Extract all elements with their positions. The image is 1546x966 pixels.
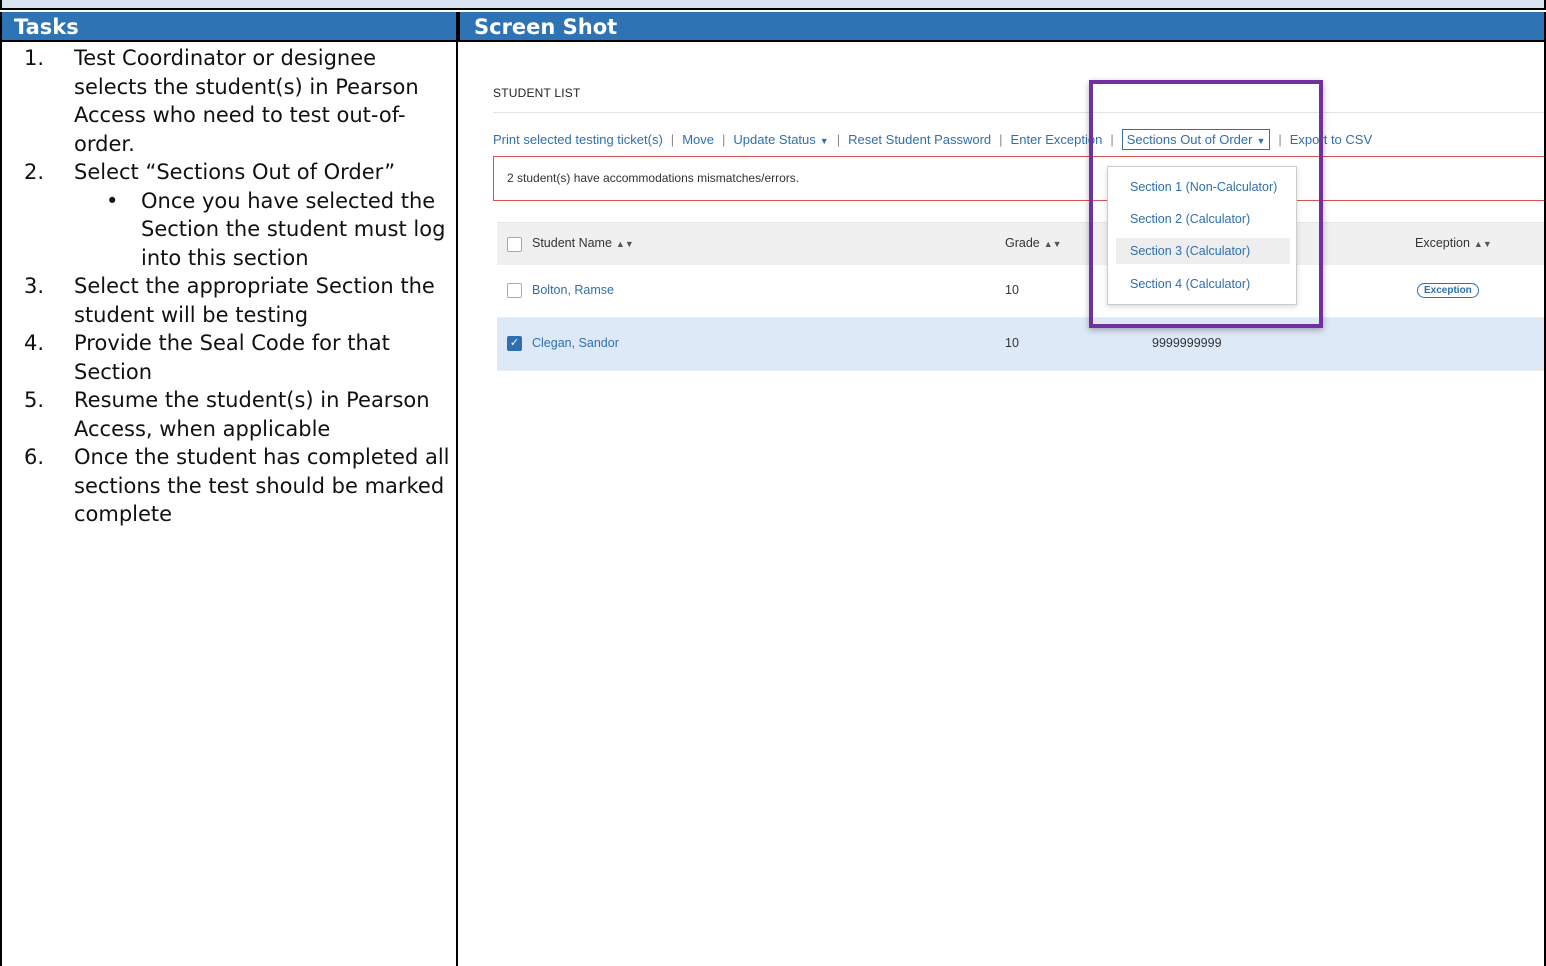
grade-cell: 10 <box>1005 336 1019 350</box>
task-item: 2. Select “Sections Out of Order” • Once y… <box>2 158 450 272</box>
select-all-checkbox[interactable] <box>507 237 522 252</box>
separator: | <box>721 132 726 147</box>
sort-icon: ▲▼ <box>1473 239 1492 249</box>
row-checkbox-checked[interactable]: ✓ <box>507 336 522 351</box>
move-link[interactable]: Move <box>682 132 714 147</box>
column-label: Student Name <box>532 236 612 250</box>
column-header-grade[interactable]: Grade ▲▼ <box>1005 236 1062 250</box>
separator: | <box>836 132 841 147</box>
tasks-header: Tasks <box>0 12 458 42</box>
update-status-menu[interactable]: Update Status ▼ <box>733 132 828 147</box>
task-number: 6. <box>24 445 45 469</box>
task-item: 6. Once the student has completed all sec… <box>2 443 450 529</box>
exception-badge-label: Exception <box>1417 283 1479 298</box>
task-text: Provide the Seal Code for that Section <box>74 331 390 384</box>
task-item: 3. Select the appropriate Section the stu… <box>2 272 450 329</box>
tasks-column: 1. Test Coordinator or designee selects t… <box>2 44 450 529</box>
column-label: Grade <box>1005 236 1040 250</box>
sort-icon: ▲▼ <box>1043 239 1062 249</box>
highlight-box <box>1089 80 1323 328</box>
row-checkbox[interactable] <box>507 283 522 298</box>
screenshot-panel: STUDENT LIST Print selected testing tick… <box>460 44 1544 966</box>
task-subitem: • Once you have selected the Section the … <box>74 187 450 273</box>
column-label: Exception <box>1415 236 1470 250</box>
table-divider <box>456 12 458 966</box>
task-list: 1. Test Coordinator or designee selects t… <box>2 44 450 529</box>
table-header: Student Name ▲▼ Grade ▲▼ Exception ▲▼ <box>497 222 1544 265</box>
table-row: Bolton, Ramse 10 Exception <box>497 265 1544 318</box>
task-text: Select the appropriate Section the stude… <box>74 274 435 327</box>
exception-badge[interactable]: Exception <box>1417 282 1479 298</box>
task-text: Once the student has completed all secti… <box>74 445 450 526</box>
task-sublist: • Once you have selected the Section the … <box>74 187 450 273</box>
student-list-title: STUDENT LIST <box>493 86 581 100</box>
sort-icon: ▲▼ <box>615 239 634 249</box>
checkmark-icon: ✓ <box>509 337 520 349</box>
grade-cell: 10 <box>1005 283 1019 297</box>
task-item: 1. Test Coordinator or designee selects t… <box>2 44 450 158</box>
bullet-icon: • <box>106 188 119 213</box>
task-number: 4. <box>24 331 45 355</box>
separator: | <box>999 132 1003 147</box>
divider <box>493 112 1544 113</box>
column-header-name[interactable]: Student Name ▲▼ <box>532 236 634 250</box>
task-subitem-text: Once you have selected the Section the s… <box>141 188 446 270</box>
separator: | <box>670 132 675 147</box>
task-item: 4. Provide the Seal Code for that Section <box>2 329 450 386</box>
student-name-link[interactable]: Clegan, Sandor <box>532 336 619 350</box>
task-number: 3. <box>24 274 45 298</box>
student-table: Student Name ▲▼ Grade ▲▼ Exception ▲▼ Bolto… <box>497 222 1544 371</box>
top-strip <box>0 0 1546 10</box>
caret-down-icon: ▼ <box>819 136 829 146</box>
reset-password-link[interactable]: Reset Student Password <box>848 132 991 147</box>
task-number: 2. <box>24 160 45 184</box>
task-number: 5. <box>24 388 45 412</box>
task-text: Resume the student(s) in Pearson Access,… <box>74 388 430 441</box>
update-status-label: Update Status <box>733 132 816 147</box>
print-tickets-link[interactable]: Print selected testing ticket(s) <box>493 132 663 147</box>
task-text: Select “Sections Out of Order” <box>74 160 396 184</box>
task-number: 1. <box>24 46 45 70</box>
screenshot-header: Screen Shot <box>458 12 1546 42</box>
task-item: 5. Resume the student(s) in Pearson Acces… <box>2 386 450 443</box>
task-text: Test Coordinator or designee selects the… <box>74 46 419 156</box>
table-row: ✓ Clegan, Sandor 10 9999999999 <box>497 318 1544 371</box>
student-name-link[interactable]: Bolton, Ramse <box>532 283 614 297</box>
column-header-exception[interactable]: Exception ▲▼ <box>1415 236 1492 250</box>
alert-banner: 2 student(s) have accommodations mismatc… <box>493 156 1544 201</box>
student-id-cell: 9999999999 <box>1152 336 1222 350</box>
